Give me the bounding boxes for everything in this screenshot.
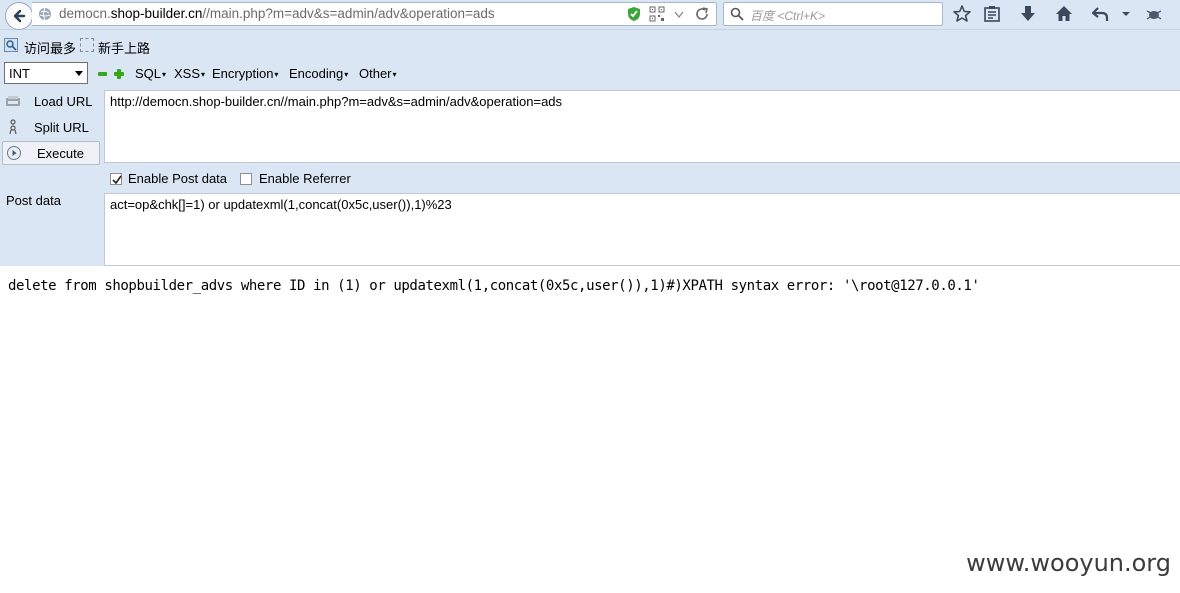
browser-navbar: democn.shop-builder.cn//main.php?m=adv&s…	[0, 0, 1180, 30]
search-bar[interactable]: 百度 <Ctrl+K>	[723, 2, 943, 26]
post-data-textarea[interactable]: act=op&chk[]=1) or updatexml(1,concat(0x…	[104, 193, 1180, 266]
extension-bug-icon[interactable]	[1144, 4, 1164, 24]
menu-encoding[interactable]: Encoding▾	[289, 66, 348, 81]
bookmark-most-visited[interactable]: 访问最多	[24, 38, 76, 57]
address-text[interactable]: democn.shop-builder.cn//main.php?m=adv&s…	[59, 6, 495, 21]
undo-menu-chevron-icon[interactable]	[1116, 4, 1136, 24]
load-url-button[interactable]: Load URL	[2, 90, 100, 114]
menu-xss[interactable]: XSS▾	[174, 66, 205, 81]
enable-referrer-checkbox[interactable]	[240, 173, 252, 185]
encoding-select-value: INT	[9, 66, 30, 81]
url-textarea[interactable]: http://democn.shop-builder.cn//main.php?…	[104, 90, 1180, 163]
reload-icon[interactable]	[694, 6, 710, 22]
select-arrow-icon	[75, 71, 83, 76]
bookmark-getting-started[interactable]: 新手上路	[98, 38, 150, 57]
shield-icon[interactable]	[626, 6, 642, 22]
menu-sql[interactable]: SQL▾	[135, 66, 166, 81]
bookmarks-bar: 访问最多 新手上路	[0, 30, 1180, 60]
hackbar-toolbar: INT SQL▾ XSS▾ Encryption▾ Encoding▾ Othe…	[0, 60, 1180, 88]
getting-started-icon	[80, 38, 94, 52]
load-url-icon	[6, 96, 20, 106]
bookmark-star-icon[interactable]	[952, 4, 972, 24]
reading-list-icon[interactable]	[982, 4, 1002, 24]
address-bar[interactable]: democn.shop-builder.cn//main.php?m=adv&s…	[32, 2, 717, 26]
search-icon	[730, 7, 744, 21]
downloads-icon[interactable]	[1018, 4, 1038, 24]
url-textarea-value: http://democn.shop-builder.cn//main.php?…	[110, 94, 563, 109]
load-url-label: Load URL	[34, 94, 93, 109]
split-url-button[interactable]: Split URL	[2, 116, 100, 140]
options-row: Enable Post data Enable Referrer	[104, 163, 1180, 193]
increase-icon[interactable]	[114, 69, 124, 79]
back-arrow-icon	[13, 9, 26, 23]
globe-icon	[39, 7, 51, 21]
page-output-text: delete from shopbuilder_advs where ID in…	[8, 278, 980, 294]
menu-other[interactable]: Other▾	[359, 66, 397, 81]
qr-code-icon[interactable]	[649, 6, 665, 22]
back-button[interactable]	[5, 2, 33, 30]
most-visited-icon	[4, 38, 18, 52]
post-data-label: Post data	[6, 193, 61, 208]
home-icon[interactable]	[1054, 4, 1074, 24]
enable-referrer-label[interactable]: Enable Referrer	[259, 171, 351, 186]
hackbar-panel: INT SQL▾ XSS▾ Encryption▾ Encoding▾ Othe…	[0, 60, 1180, 266]
execute-play-icon	[7, 146, 21, 160]
enable-post-checkbox[interactable]	[110, 173, 122, 185]
post-data-value: act=op&chk[]=1) or updatexml(1,concat(0x…	[110, 197, 452, 212]
decrease-icon[interactable]	[98, 72, 107, 76]
watermark: www.wooyun.org	[966, 549, 1171, 577]
undo-icon[interactable]	[1090, 4, 1110, 24]
checkmark-icon	[112, 175, 122, 185]
split-url-label: Split URL	[34, 120, 89, 135]
execute-label: Execute	[37, 146, 84, 161]
menu-encryption[interactable]: Encryption▾	[212, 66, 278, 81]
dropdown-arrow-icon[interactable]	[671, 6, 687, 22]
execute-button[interactable]: Execute	[2, 141, 100, 165]
split-url-icon	[9, 119, 17, 135]
enable-post-label[interactable]: Enable Post data	[128, 171, 227, 186]
encoding-select[interactable]: INT	[4, 62, 88, 84]
search-placeholder: 百度 <Ctrl+K>	[750, 9, 826, 23]
